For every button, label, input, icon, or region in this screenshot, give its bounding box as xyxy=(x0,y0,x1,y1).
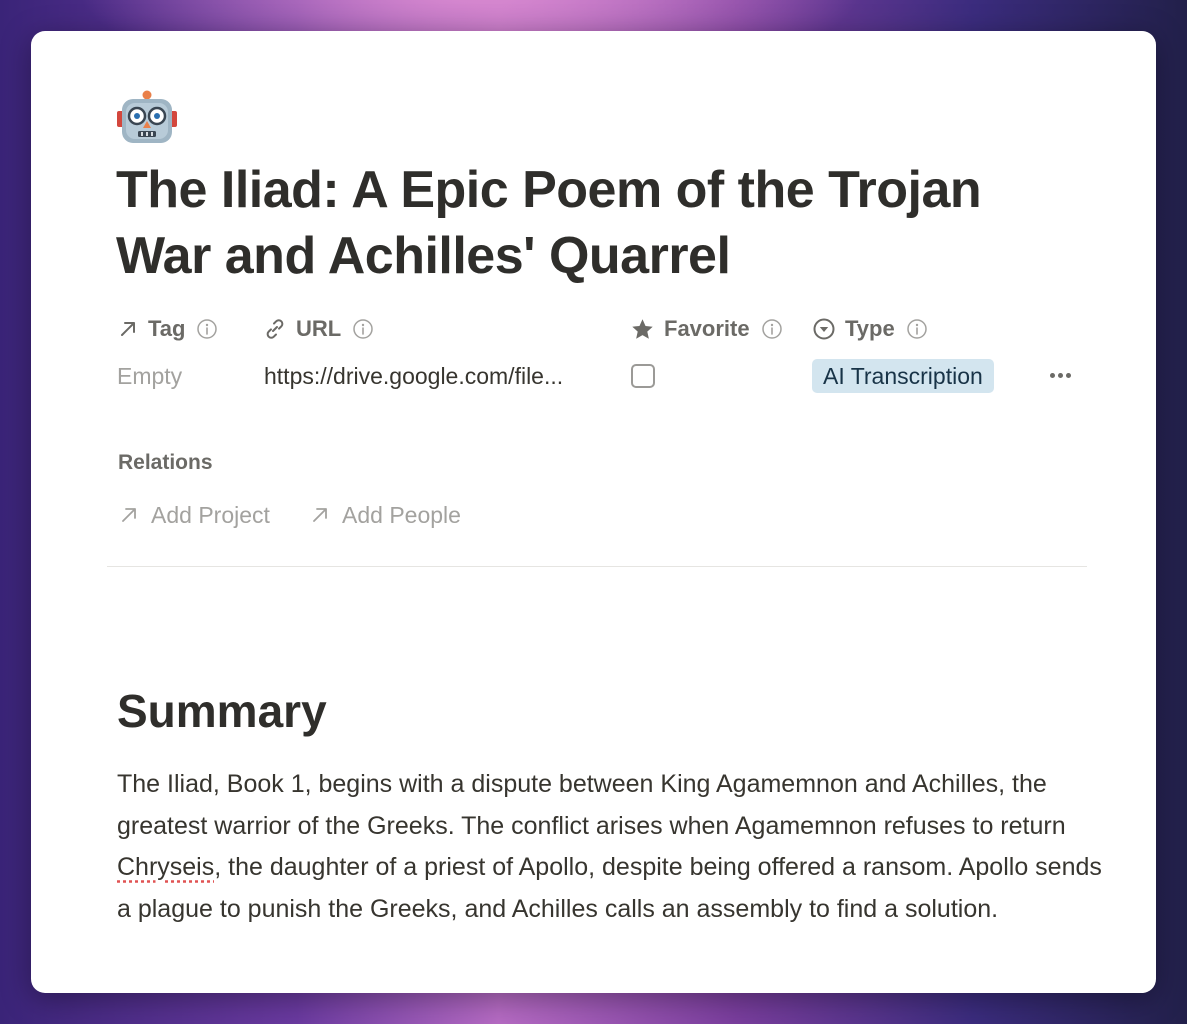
type-badge[interactable]: AI Transcription xyxy=(812,359,994,393)
url-link[interactable]: https://drive.google.com/file... xyxy=(264,363,609,390)
type-value[interactable]: AI Transcription xyxy=(812,359,994,393)
select-icon xyxy=(813,318,835,340)
summary-heading[interactable]: Summary xyxy=(117,681,327,741)
info-icon[interactable] xyxy=(906,318,928,340)
info-icon[interactable] xyxy=(761,318,783,340)
robot-face-icon[interactable] xyxy=(117,89,177,149)
property-header-url[interactable]: URL xyxy=(263,314,374,344)
star-icon xyxy=(632,318,653,339)
summary-text-part-2: , the daughter of a priest of Apollo, de… xyxy=(117,853,1102,923)
arrow-up-right-icon xyxy=(122,508,136,522)
summary-text-part-1: The Iliad, Book 1, begins with a dispute… xyxy=(117,770,1066,840)
favorite-value[interactable] xyxy=(631,359,655,393)
favorite-checkbox[interactable] xyxy=(631,364,655,388)
property-header-tag[interactable]: Tag xyxy=(117,314,218,344)
tag-value[interactable]: Empty xyxy=(117,359,182,393)
add-project-label: Add Project xyxy=(151,501,270,528)
add-people-label: Add People xyxy=(342,501,461,528)
arrow-up-right-icon xyxy=(121,322,135,336)
arrow-up-right-icon xyxy=(313,508,327,522)
relations-label: Relations xyxy=(118,451,213,474)
property-label-tag: Tag xyxy=(148,316,186,341)
property-label-url: URL xyxy=(296,316,342,341)
page-title[interactable]: The Iliad: A Epic Poem of the Trojan War… xyxy=(116,157,1076,289)
divider xyxy=(107,566,1087,567)
more-options-icon[interactable] xyxy=(1045,363,1075,387)
info-icon[interactable] xyxy=(196,318,218,340)
add-people-button[interactable]: Add People xyxy=(309,499,461,531)
property-label-type: Type xyxy=(845,316,895,341)
tag-empty-text: Empty xyxy=(117,362,183,389)
info-icon[interactable] xyxy=(352,318,374,340)
link-icon xyxy=(266,319,284,339)
property-header-favorite[interactable]: Favorite xyxy=(630,314,783,344)
property-header-type[interactable]: Type xyxy=(812,314,928,344)
summary-paragraph[interactable]: The Iliad, Book 1, begins with a dispute… xyxy=(117,764,1107,930)
add-project-button[interactable]: Add Project xyxy=(118,499,270,531)
misspelled-word: Chryseis xyxy=(117,853,215,882)
property-label-favorite: Favorite xyxy=(664,316,750,341)
page-card: The Iliad: A Epic Poem of the Trojan War… xyxy=(31,31,1156,993)
url-value[interactable]: https://drive.google.com/file... xyxy=(264,359,609,393)
